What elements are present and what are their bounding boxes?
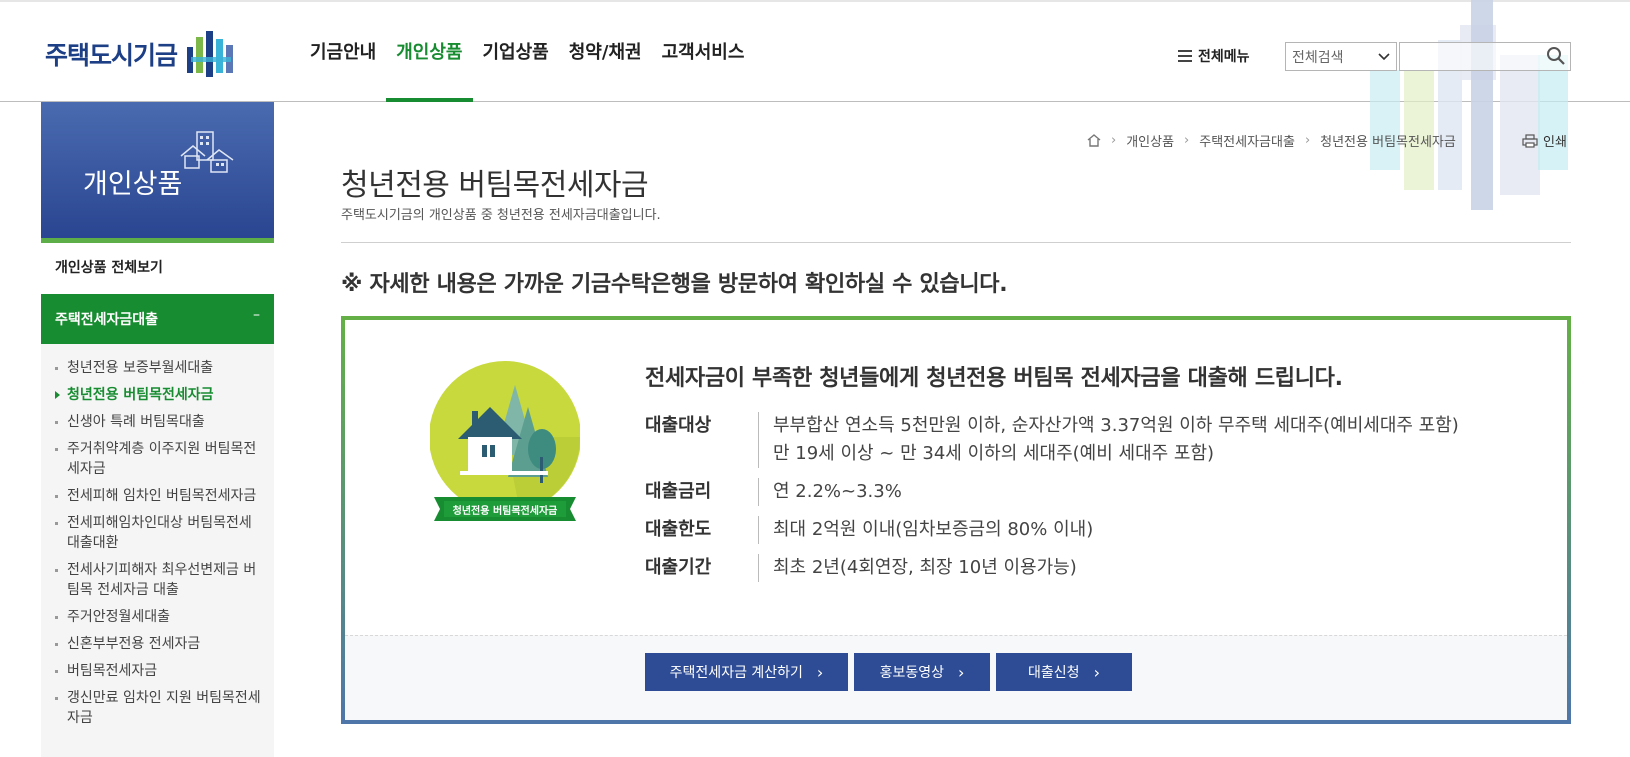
all-menu-button[interactable]: 전체메뉴 — [1178, 46, 1250, 66]
breadcrumb-item[interactable]: 주택전세자금대출 — [1199, 131, 1295, 150]
sidebar-item[interactable]: 갱신만료 임차인 지원 버팀목전세자금 — [55, 688, 262, 728]
breadcrumb: › 개인상품 › 주택전세자금대출 › 청년전용 버팀목전세자금 — [1087, 131, 1456, 150]
calculator-button-label: 주택전세자금 계산하기 — [669, 665, 803, 681]
buildings-icon — [180, 131, 234, 173]
sidebar-category-jeonse-loan[interactable]: 주택전세자금대출 – — [41, 294, 274, 344]
info-value-line: 만 19세 이상 ~ 만 34세 이하의 세대주(예비 세대주 포함) — [773, 443, 1215, 464]
logo-text: 주택도시기금 — [45, 41, 178, 70]
info-row-period: 대출기간 최초 2년(4회연장, 최장 10년 이용가능) — [645, 554, 1528, 582]
chevron-right-icon: › — [1184, 133, 1190, 148]
home-icon[interactable] — [1087, 134, 1101, 147]
chevron-down-icon — [1378, 52, 1390, 60]
printer-icon — [1522, 133, 1538, 148]
gnb-subscription-bonds[interactable]: 청약/채권 — [559, 40, 652, 102]
sidebar-category-label: 주택전세자금대출 — [55, 312, 159, 328]
chevron-right-icon: › — [816, 662, 824, 682]
sidebar-view-all[interactable]: 개인상품 전체보기 — [41, 243, 274, 295]
info-label: 대출한도 — [645, 519, 712, 540]
gnb-corporate-products[interactable]: 기업상품 — [473, 40, 559, 102]
gnb-customer-service[interactable]: 고객서비스 — [652, 40, 755, 102]
info-value-line: 부부합산 연소득 5천만원 이하, 순자산가액 3.37억원 이하 무주택 세대… — [773, 415, 1459, 436]
action-buttons: 주택전세자금 계산하기 › 홍보동영상 › 대출신청 › — [645, 653, 1132, 691]
info-label: 대출대상 — [645, 415, 712, 436]
apply-loan-button[interactable]: 대출신청 › — [996, 653, 1132, 691]
info-value: 최초 2년(4회연장, 최장 10년 이용가능) — [758, 554, 1528, 582]
chevron-right-icon: › — [1304, 133, 1311, 148]
sidebar-header: 개인상품 — [41, 102, 274, 243]
promo-video-button-label: 홍보동영상 — [879, 665, 944, 681]
sidebar-item[interactable]: 신혼부부전용 전세자금 — [55, 634, 262, 654]
info-row-limit: 대출한도 최대 2억원 이내(임차보증금의 80% 이내) — [645, 516, 1528, 544]
emblem-caption: 청년전용 버팀목전세자금 — [453, 504, 558, 517]
calculator-button[interactable]: 주택전세자금 계산하기 › — [645, 653, 848, 691]
site-logo[interactable]: 주택도시기금 — [45, 28, 235, 80]
info-value: 부부합산 연소득 5천만원 이하, 순자산가액 3.37억원 이하 무주택 세대… — [758, 412, 1528, 468]
info-row-rate: 대출금리 연 2.2%~3.3% — [645, 478, 1528, 506]
sidebar-item[interactable]: 전세피해임차인대상 버팀목전세대출대환 — [55, 513, 262, 553]
notice-text: ※ 자세한 내용은 가까운 기금수탁은행을 방문하여 확인하실 수 있습니다. — [341, 272, 1008, 297]
logo-mark-icon — [187, 31, 234, 77]
house-emblem-icon: 청년전용 버팀목전세자금 — [430, 361, 580, 521]
global-nav: 기금안내 개인상품 기업상품 청약/채권 고객서비스 — [300, 40, 754, 102]
search-scope-value: 전체검색 — [1292, 49, 1344, 66]
chevron-right-icon: › — [1111, 133, 1117, 148]
sidebar-item[interactable]: 버팀목전세자금 — [55, 661, 262, 681]
info-value: 최대 2억원 이내(임차보증금의 80% 이내) — [758, 516, 1528, 544]
sidebar-item[interactable]: 전세사기피해자 최우선변제금 버팀목 전세자금 대출 — [55, 560, 262, 600]
breadcrumb-item[interactable]: 개인상품 — [1126, 131, 1174, 150]
promo-video-button[interactable]: 홍보동영상 › — [854, 653, 990, 691]
chevron-right-icon: › — [1093, 662, 1100, 682]
all-menu-label: 전체메뉴 — [1198, 49, 1250, 65]
collapse-icon: – — [253, 307, 260, 323]
search-scope-select[interactable]: 전체검색 — [1285, 42, 1397, 71]
product-summary-box: 청년전용 버팀목전세자금 전세자금이 부족한 청년들에게 청년전용 버팀목 전세… — [341, 316, 1571, 724]
divider — [341, 242, 1571, 243]
sidebar-item-active[interactable]: 청년전용 버팀목전세자금 — [55, 385, 262, 405]
product-info-table: 대출대상 부부합산 연소득 5천만원 이하, 순자산가액 3.37억원 이하 무… — [645, 412, 1528, 592]
info-label: 대출기간 — [645, 557, 712, 578]
product-headline: 전세자금이 부족한 청년들에게 청년전용 버팀목 전세자금을 대출해 드립니다. — [645, 366, 1343, 391]
breadcrumb-item-current[interactable]: 청년전용 버팀목전세자금 — [1320, 131, 1456, 150]
info-value: 연 2.2%~3.3% — [758, 478, 1528, 506]
gnb-personal-products[interactable]: 개인상품 — [386, 40, 473, 102]
search-icon[interactable] — [1546, 46, 1566, 66]
sidebar-item[interactable]: 주거안정월세대출 — [55, 607, 262, 627]
apply-loan-button-label: 대출신청 — [1028, 665, 1080, 681]
sidebar-item[interactable]: 전세피해 임차인 버팀목전세자금 — [55, 486, 262, 506]
print-button[interactable]: 인쇄 — [1522, 131, 1567, 150]
gnb-fund-info[interactable]: 기금안내 — [300, 40, 386, 102]
page-title: 청년전용 버팀목전세자금 — [341, 168, 649, 203]
page-description: 주택도시기금의 개인상품 중 청년전용 전세자금대출입니다. — [341, 208, 661, 223]
sidebar-item[interactable]: 신생아 특례 버팀목대출 — [55, 412, 262, 432]
chevron-right-icon: › — [958, 662, 965, 682]
info-row-target: 대출대상 부부합산 연소득 5천만원 이하, 순자산가액 3.37억원 이하 무… — [645, 412, 1528, 468]
sidebar-title: 개인상품 — [83, 169, 183, 200]
sidebar-submenu: 청년전용 보증부월세대출 청년전용 버팀목전세자금 신생아 특례 버팀목대출 주… — [41, 344, 274, 757]
print-label: 인쇄 — [1543, 135, 1567, 150]
info-label: 대출금리 — [645, 481, 712, 502]
sidebar-item[interactable]: 청년전용 보증부월세대출 — [55, 358, 262, 378]
hamburger-icon — [1178, 50, 1192, 62]
sidebar-item[interactable]: 주거취약계층 이주지원 버팀목전세자금 — [55, 439, 262, 479]
